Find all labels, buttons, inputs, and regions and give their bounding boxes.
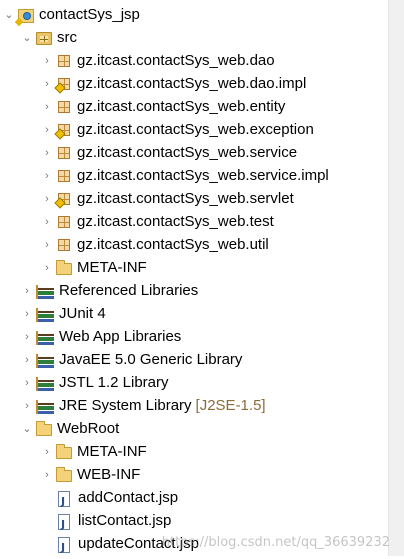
package-label: gz.itcast.contactSys_web.service.impl: [77, 167, 329, 184]
chevron-right-icon[interactable]: ›: [40, 142, 54, 164]
tree-node-library[interactable]: › Referenced Libraries: [20, 280, 198, 302]
tree-node-package[interactable]: › gz.itcast.contactSys_web.dao.impl: [40, 73, 306, 95]
folder-label: WEB-INF: [77, 466, 141, 483]
tree-node-package[interactable]: › gz.itcast.contactSys_web.service.impl: [40, 165, 329, 187]
tree-node-project[interactable]: ⌄ contactSys_jsp: [2, 4, 140, 26]
chevron-right-icon[interactable]: ›: [40, 165, 54, 187]
library-icon: [36, 377, 54, 391]
library-decorator: [J2SE-1.5]: [195, 397, 266, 414]
package-warning-icon: [58, 193, 70, 205]
package-icon: [58, 147, 70, 159]
tree-node-src[interactable]: ⌄ src: [20, 27, 77, 49]
file-label: listContact.jsp: [78, 512, 172, 529]
package-icon: [58, 101, 70, 113]
folder-icon: [56, 467, 72, 482]
library-icon: [36, 400, 54, 414]
package-label: gz.itcast.contactSys_web.servlet: [77, 190, 294, 207]
chevron-right-icon[interactable]: ›: [40, 211, 54, 233]
chevron-right-icon[interactable]: ›: [40, 441, 54, 463]
folder-label: META-INF: [77, 259, 147, 276]
package-warning-icon: [58, 124, 70, 136]
package-label: gz.itcast.contactSys_web.entity: [77, 98, 286, 115]
package-label: gz.itcast.contactSys_web.dao.impl: [77, 75, 307, 92]
chevron-right-icon[interactable]: ›: [20, 372, 34, 394]
chevron-right-icon[interactable]: ›: [20, 280, 34, 302]
tree-node-package[interactable]: › gz.itcast.contactSys_web.test: [40, 211, 274, 233]
chevron-right-icon[interactable]: ›: [40, 464, 54, 486]
library-label: JRE System Library: [59, 397, 192, 414]
chevron-right-icon[interactable]: ›: [20, 326, 34, 348]
vertical-scrollbar[interactable]: [388, 0, 404, 556]
package-icon: [58, 55, 70, 67]
jsp-file-icon: [58, 513, 70, 536]
tree-node-package[interactable]: › gz.itcast.contactSys_web.util: [40, 234, 269, 256]
package-label: gz.itcast.contactSys_web.util: [77, 236, 269, 253]
source-folder-icon: [36, 32, 52, 45]
tree-node-library[interactable]: › JavaEE 5.0 Generic Library: [20, 349, 242, 371]
library-icon: [36, 308, 54, 322]
chevron-right-icon[interactable]: ›: [40, 188, 54, 210]
tree-node-meta-inf[interactable]: › META-INF: [40, 257, 147, 279]
folder-icon: [56, 260, 72, 275]
chevron-right-icon[interactable]: ›: [40, 73, 54, 95]
watermark: https://blog.csdn.net/qq_36639232: [161, 535, 390, 550]
chevron-down-icon[interactable]: ⌄: [2, 4, 16, 26]
package-warning-icon: [58, 78, 70, 90]
chevron-right-icon[interactable]: ›: [40, 96, 54, 118]
library-label: Referenced Libraries: [59, 282, 199, 299]
folder-open-icon: [36, 421, 52, 436]
package-label: gz.itcast.contactSys_web.test: [77, 213, 274, 230]
tree-node-file[interactable]: addContact.jsp: [56, 487, 179, 513]
jsp-file-icon: [58, 490, 70, 513]
tree-node-package[interactable]: › gz.itcast.contactSys_web.dao: [40, 50, 275, 72]
project-icon: [18, 9, 34, 23]
library-icon: [36, 331, 54, 345]
tree-node-webroot[interactable]: ⌄ WebRoot: [20, 418, 119, 440]
chevron-down-icon[interactable]: ⌄: [20, 27, 34, 49]
file-label: addContact.jsp: [78, 489, 179, 506]
tree-node-library[interactable]: › JUnit 4: [20, 303, 106, 325]
src-label: src: [57, 29, 77, 46]
chevron-right-icon[interactable]: ›: [20, 395, 34, 417]
tree-node-folder[interactable]: › META-INF: [40, 441, 147, 463]
tree-node-package[interactable]: › gz.itcast.contactSys_web.servlet: [40, 188, 294, 210]
tree-node-package[interactable]: › gz.itcast.contactSys_web.exception: [40, 119, 314, 141]
package-label: gz.itcast.contactSys_web.service: [77, 144, 298, 161]
library-label: JavaEE 5.0 Generic Library: [59, 351, 243, 368]
folder-icon: [56, 444, 72, 459]
package-label: gz.itcast.contactSys_web.exception: [77, 121, 314, 138]
chevron-right-icon[interactable]: ›: [40, 119, 54, 141]
chevron-right-icon[interactable]: ›: [40, 257, 54, 279]
project-explorer-tree: ⌄ contactSys_jsp ⌄ src › gz.itcast.conta…: [0, 0, 390, 559]
library-icon: [36, 354, 54, 368]
package-label: gz.itcast.contactSys_web.dao: [77, 52, 275, 69]
chevron-right-icon[interactable]: ›: [20, 303, 34, 325]
package-icon: [58, 170, 70, 182]
tree-node-library[interactable]: › Web App Libraries: [20, 326, 181, 348]
library-icon: [36, 285, 54, 299]
chevron-down-icon[interactable]: ⌄: [20, 418, 34, 440]
package-icon: [58, 239, 70, 251]
tree-node-package[interactable]: › gz.itcast.contactSys_web.entity: [40, 96, 285, 118]
tree-node-library[interactable]: › JRE System Library [J2SE-1.5]: [20, 395, 266, 417]
chevron-right-icon[interactable]: ›: [20, 349, 34, 371]
webroot-label: WebRoot: [57, 420, 120, 437]
package-icon: [58, 216, 70, 228]
chevron-right-icon[interactable]: ›: [40, 50, 54, 72]
tree-node-package[interactable]: › gz.itcast.contactSys_web.service: [40, 142, 297, 164]
folder-label: META-INF: [77, 443, 147, 460]
library-label: Web App Libraries: [59, 328, 182, 345]
chevron-right-icon[interactable]: ›: [40, 234, 54, 256]
library-label: JSTL 1.2 Library: [59, 374, 169, 391]
jsp-file-icon: [58, 536, 70, 559]
tree-node-folder[interactable]: › WEB-INF: [40, 464, 140, 486]
tree-node-file[interactable]: listContact.jsp: [56, 510, 172, 536]
project-label: contactSys_jsp: [39, 6, 140, 23]
tree-node-library[interactable]: › JSTL 1.2 Library: [20, 372, 169, 394]
library-label: JUnit 4: [59, 305, 106, 322]
